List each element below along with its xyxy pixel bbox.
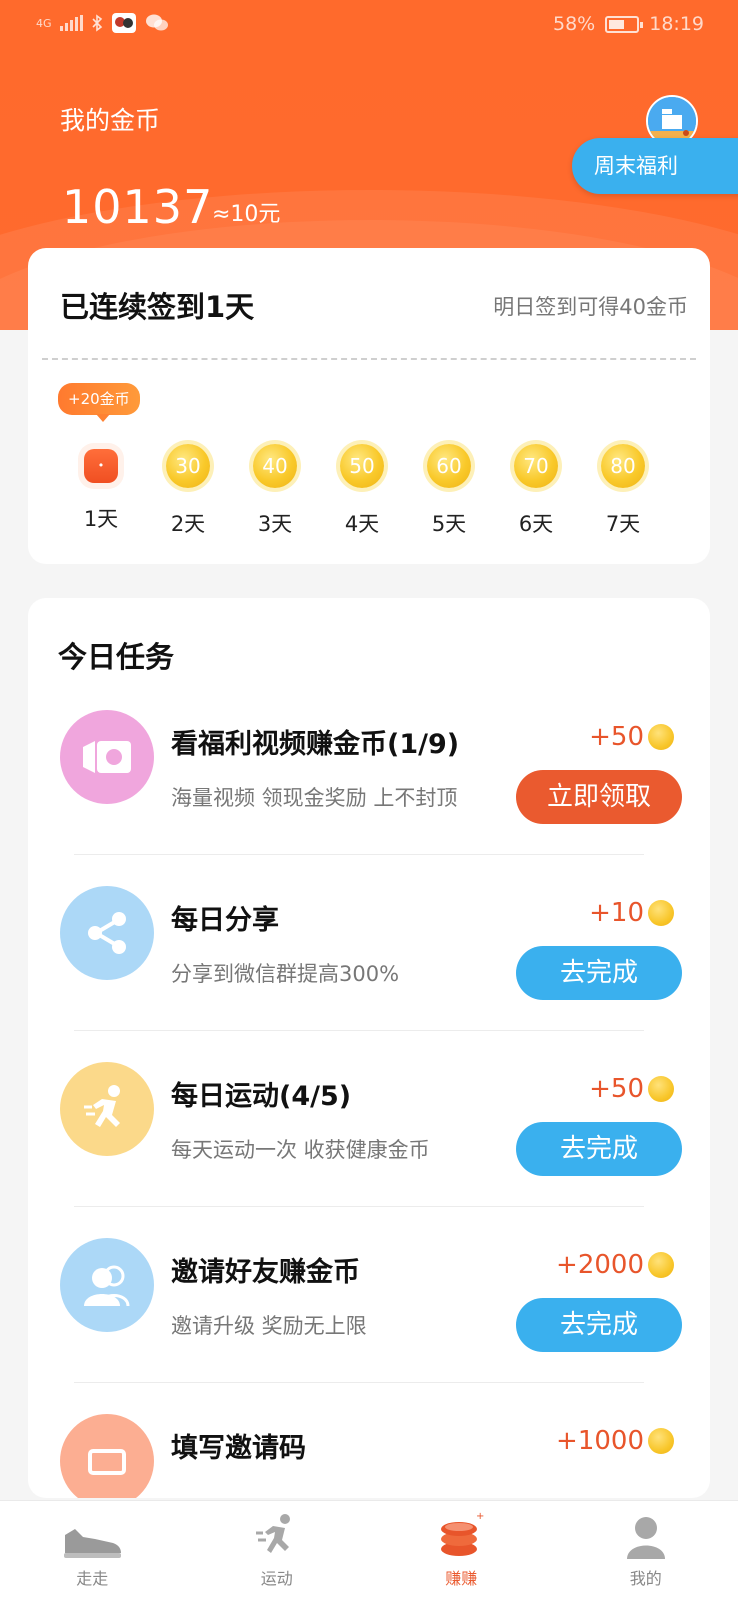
task-reward: +10 [589, 898, 644, 928]
coin-icon: 30 [166, 444, 210, 488]
share-icon [60, 886, 154, 980]
coin-icon: 80 [601, 444, 645, 488]
claim-now-button[interactable]: 立即领取 [516, 770, 682, 824]
task-name: 填写邀请码 [171, 1433, 306, 1464]
nav-label: 我的 [629, 1569, 662, 1588]
clock: 18:19 [649, 13, 704, 35]
coin-icon [648, 1428, 674, 1454]
tasks-heading: 今日任务 [58, 640, 175, 674]
task-item: 填写邀请码 +1000 [28, 1414, 710, 1498]
task-desc: 海量视频 领现金奖励 上不封顶 [171, 786, 458, 810]
signal-icon [59, 15, 83, 31]
task-desc: 每天运动一次 收获健康金币 [171, 1138, 430, 1162]
go-complete-button[interactable]: 去完成 [516, 1122, 682, 1176]
task-name: 每日运动(4/5) [171, 1081, 352, 1112]
task-item: 每日分享 分享到微信群提高300% +10 去完成 [28, 886, 710, 1062]
task-reward: +50 [589, 722, 644, 752]
checkin-day[interactable]: 70 6天 [506, 444, 566, 538]
nav-item-walk[interactable]: 走走 [0, 1501, 185, 1600]
task-name: 邀请好友赚金币 [171, 1257, 360, 1288]
checkin-day[interactable]: 60 5天 [419, 444, 479, 538]
divider [42, 358, 696, 360]
shoe-icon [64, 1529, 122, 1558]
bonus-tag: +20金币 [58, 383, 140, 422]
divider [74, 1206, 644, 1207]
checkin-day[interactable]: • 1天 [71, 444, 131, 533]
wechat-icon [145, 14, 168, 31]
battery-icon [605, 15, 644, 33]
friends-icon [60, 1238, 154, 1332]
weekend-bonus-button[interactable]: 周末福利 [572, 138, 738, 194]
day-label: 1天 [83, 507, 119, 531]
checkin-day[interactable]: 50 4天 [332, 444, 392, 538]
coins-icon: + [441, 1511, 484, 1556]
checkin-day[interactable]: 80 7天 [593, 444, 653, 538]
my-coins-title: 我的金币 [60, 106, 161, 135]
battery-percent: 58% [553, 13, 596, 35]
task-desc: 分享到微信群提高300% [171, 962, 400, 986]
coin-icon: 40 [253, 444, 297, 488]
coin-icon: 60 [427, 444, 471, 488]
user-icon [626, 1517, 665, 1559]
coin-icon: 70 [514, 444, 558, 488]
day-label: 3天 [257, 512, 293, 536]
bottom-nav: 走走 运动 + 赚赚 我的 [0, 1500, 738, 1600]
task-item: 每日运动(4/5) 每天运动一次 收获健康金币 +50 去完成 [28, 1062, 710, 1238]
network-type: 4G [36, 16, 52, 30]
run-icon [255, 1514, 290, 1553]
coin-cash-value: ≈10元 [212, 202, 281, 227]
task-reward: +2000 [556, 1250, 644, 1280]
battery-level [609, 19, 625, 29]
task-item: 看福利视频赚金币(1/9) 海量视频 领现金奖励 上不封顶 +50 立即领取 [28, 710, 710, 886]
go-complete-button[interactable]: 去完成 [516, 1298, 682, 1352]
task-item: 邀请好友赚金币 邀请升级 奖励无上限 +2000 去完成 [28, 1238, 710, 1414]
bluetooth-icon [91, 14, 102, 32]
invite-code-icon [60, 1414, 154, 1498]
day-label: 6天 [518, 512, 554, 536]
nav-item-earn[interactable]: + 赚赚 [369, 1501, 554, 1600]
app-root: 4G 58% 18:19 我的金币 10137 ≈10元 周末福利 已连续签到1… [0, 0, 738, 1600]
day-label: 7天 [605, 512, 641, 536]
divider [74, 1382, 644, 1383]
running-icon [60, 1062, 154, 1156]
checkin-day[interactable]: 40 3天 [245, 444, 305, 538]
checkin-streak-title: 已连续签到1天 [60, 290, 255, 324]
checkin-tomorrow-tip: 明日签到可得40金币 [493, 295, 688, 319]
divider [74, 1030, 644, 1031]
coin-icon: 50 [340, 444, 384, 488]
task-reward: +50 [589, 1074, 644, 1104]
nav-label: 走走 [76, 1569, 109, 1588]
checkin-card: 已连续签到1天 明日签到可得40金币 +20金币 • 1天 30 2天 40 3… [28, 248, 710, 564]
task-name: 看福利视频赚金币(1/9) [171, 729, 460, 760]
coin-icon [648, 1076, 674, 1102]
task-desc: 邀请升级 奖励无上限 [171, 1314, 367, 1338]
nav-item-me[interactable]: 我的 [554, 1501, 738, 1600]
coin-balance: 10137 [62, 180, 214, 234]
app-notification-icon [111, 13, 136, 33]
task-name: 每日分享 [171, 905, 279, 936]
checked-coin-icon: • [84, 449, 118, 483]
coin-icon [648, 1252, 674, 1278]
task-reward: +1000 [556, 1426, 644, 1456]
day-label: 4天 [344, 512, 380, 536]
nav-label: 运动 [260, 1569, 293, 1588]
day-label: 2天 [170, 512, 206, 536]
checkin-day[interactable]: 30 2天 [158, 444, 218, 538]
divider [74, 854, 644, 855]
nav-item-sport[interactable]: 运动 [185, 1501, 370, 1600]
svg-text:+: + [476, 1511, 484, 1522]
coin-icon [648, 724, 674, 750]
status-bar: 4G 58% 18:19 [0, 0, 738, 52]
coin-icon [648, 900, 674, 926]
daily-tasks-card: 今日任务 看福利视频赚金币(1/9) 海量视频 领现金奖励 上不封顶 +50 立… [28, 598, 710, 1498]
video-icon [60, 710, 154, 804]
day-label: 5天 [431, 512, 467, 536]
nav-label: 赚赚 [445, 1569, 478, 1588]
go-complete-button[interactable]: 去完成 [516, 946, 682, 1000]
